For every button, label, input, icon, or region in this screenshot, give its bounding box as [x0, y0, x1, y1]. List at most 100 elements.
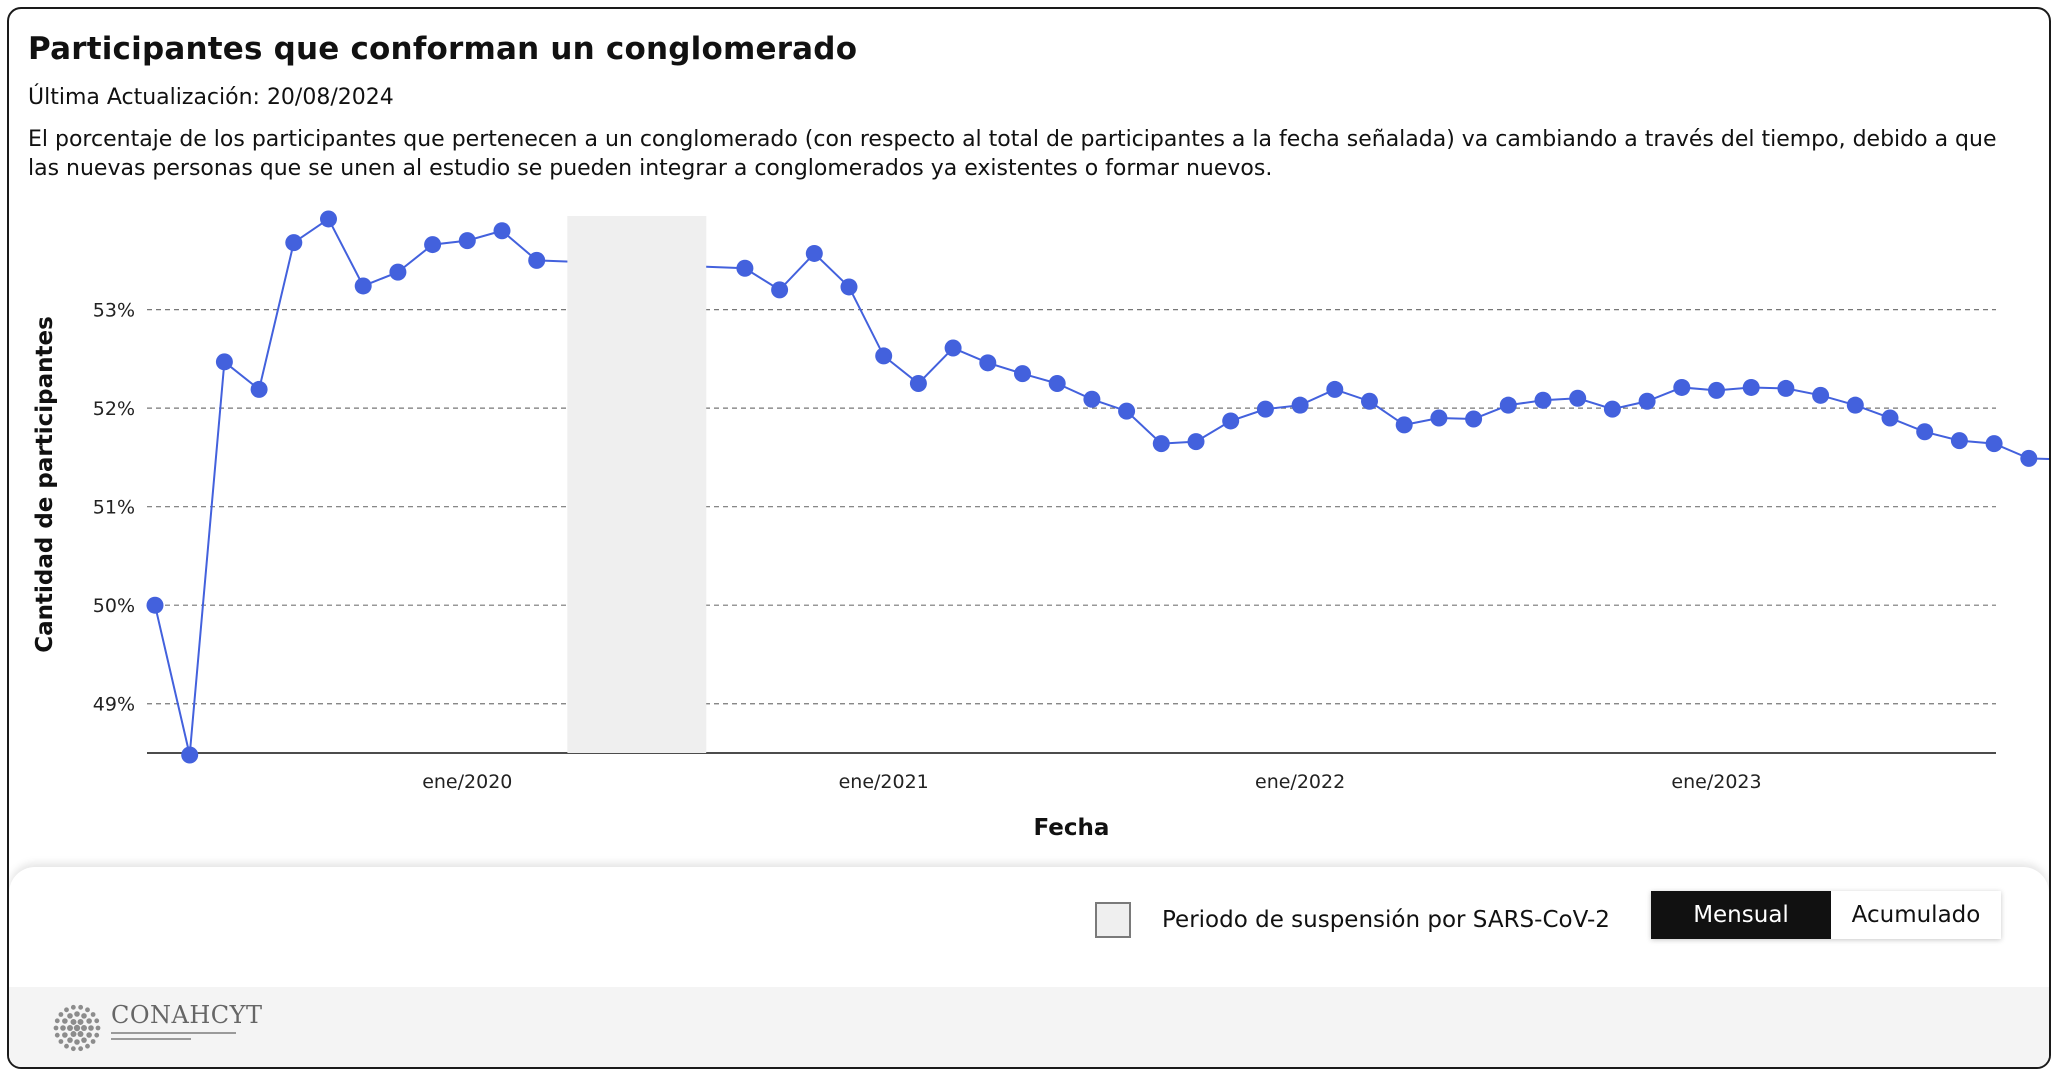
data-point	[285, 234, 303, 252]
logo-dot	[62, 1032, 68, 1038]
data-point	[840, 278, 858, 296]
data-point	[1326, 380, 1344, 398]
data-point	[1881, 409, 1899, 427]
logo-dot	[94, 1018, 100, 1024]
data-point	[909, 375, 927, 393]
data-point	[1291, 396, 1309, 414]
logo-dot	[53, 1025, 59, 1031]
data-point	[215, 353, 233, 371]
conahcyt-logo-subtext	[111, 1032, 236, 1040]
x-tick-label: ene/2021	[839, 771, 929, 793]
data-point	[1916, 423, 1934, 441]
data-point	[146, 596, 164, 614]
chart-card: Participantes que conforman un conglomer…	[7, 7, 2051, 1069]
y-tick-label: 49%	[93, 694, 135, 716]
x-axis-title: Fecha	[1034, 815, 1110, 841]
logo-dot	[81, 1013, 87, 1019]
suspension-legend-label: Periodo de suspensión por SARS-CoV-2	[1162, 907, 1610, 933]
data-point	[1014, 365, 1031, 383]
logo-dot	[95, 1025, 101, 1031]
conahcyt-logo-icon	[53, 1004, 101, 1052]
data-point	[1569, 389, 1587, 407]
x-tick-label: ene/2023	[1671, 771, 1761, 793]
data-point	[1430, 409, 1448, 427]
logo-dot	[54, 1032, 60, 1038]
line-chart: 49% 50% 51% 52% 53% ene/2020 ene/2021 ene/2022 e…	[32, 210, 2049, 841]
logo-dot	[54, 1018, 60, 1024]
data-point	[1742, 378, 1760, 396]
logo-dot	[58, 1012, 64, 1017]
data-point	[528, 251, 546, 269]
logo-dot	[70, 1018, 77, 1025]
y-tick-label: 50%	[93, 595, 135, 617]
data-point	[736, 259, 754, 277]
data-point	[1361, 392, 1378, 410]
footer: CONAHCYT	[9, 987, 2049, 1067]
data-point	[1048, 375, 1066, 393]
data-point	[805, 244, 823, 262]
data-point	[1256, 400, 1274, 418]
data-point	[2020, 449, 2038, 467]
logo-dot	[70, 1004, 76, 1010]
data-point	[1152, 435, 1170, 453]
data-point	[1603, 400, 1621, 418]
logo-dot	[85, 1007, 90, 1013]
logo-dot	[64, 1007, 69, 1013]
logo-dot	[90, 1012, 96, 1017]
y-tick-label: 52%	[93, 398, 135, 420]
y-tick-label: 51%	[93, 497, 135, 519]
logo-dot	[78, 1046, 84, 1052]
acumulado-button[interactable]: Acumulado	[1831, 891, 2001, 939]
logo-dot	[67, 1025, 73, 1031]
data-point	[1395, 416, 1413, 434]
view-toggle: Mensual Acumulado	[1651, 891, 2001, 939]
logo-dot	[88, 1025, 94, 1031]
controls-panel: Periodo de suspensión por SARS-CoV-2 Men…	[9, 867, 2049, 987]
mensual-button[interactable]: Mensual	[1651, 891, 1831, 939]
data-point	[1187, 433, 1205, 451]
data-point	[1673, 378, 1691, 396]
logo-dot	[60, 1025, 66, 1031]
data-point	[1950, 432, 1968, 450]
logo-dot	[73, 1024, 81, 1032]
data-point	[181, 746, 199, 764]
data-point	[979, 354, 997, 372]
data-point	[1534, 391, 1552, 409]
data-point	[493, 222, 511, 240]
data-point	[875, 347, 893, 365]
logo-dot	[86, 1018, 92, 1024]
logo-dot	[78, 1004, 84, 1010]
logo-dot	[86, 1032, 92, 1038]
y-tick-label: 53%	[93, 300, 135, 322]
data-point	[1465, 410, 1483, 428]
data-point	[250, 380, 268, 398]
logo-dot	[81, 1025, 87, 1031]
data-point	[1118, 402, 1136, 420]
x-tick-label: ene/2022	[1255, 771, 1345, 793]
data-point	[1499, 396, 1517, 414]
logo-dot	[77, 1031, 84, 1038]
data-point	[1222, 412, 1240, 430]
data-point	[1846, 396, 1864, 414]
conahcyt-logo-text: CONAHCYT	[111, 1001, 263, 1029]
data-point	[458, 232, 476, 250]
data-point	[389, 263, 407, 281]
data-point	[1083, 390, 1101, 408]
logo-dot	[67, 1013, 73, 1019]
logo-dot	[74, 1011, 80, 1017]
suspension-legend-swatch	[1095, 902, 1131, 938]
logo-dot	[58, 1039, 64, 1044]
data-point	[771, 281, 789, 299]
y-axis-title: Cantidad de participantes	[32, 316, 58, 653]
data-point	[1777, 379, 1795, 397]
logo-dot	[81, 1037, 87, 1043]
logo-dot	[70, 1046, 76, 1052]
logo-dot	[94, 1032, 100, 1038]
logo-dot	[90, 1039, 96, 1044]
logo-dot	[62, 1018, 68, 1024]
x-tick-label: ene/2020	[422, 771, 512, 793]
data-point	[354, 277, 372, 295]
logo-dot	[77, 1018, 84, 1025]
logo-dot	[70, 1031, 77, 1038]
data-point	[1708, 381, 1725, 399]
